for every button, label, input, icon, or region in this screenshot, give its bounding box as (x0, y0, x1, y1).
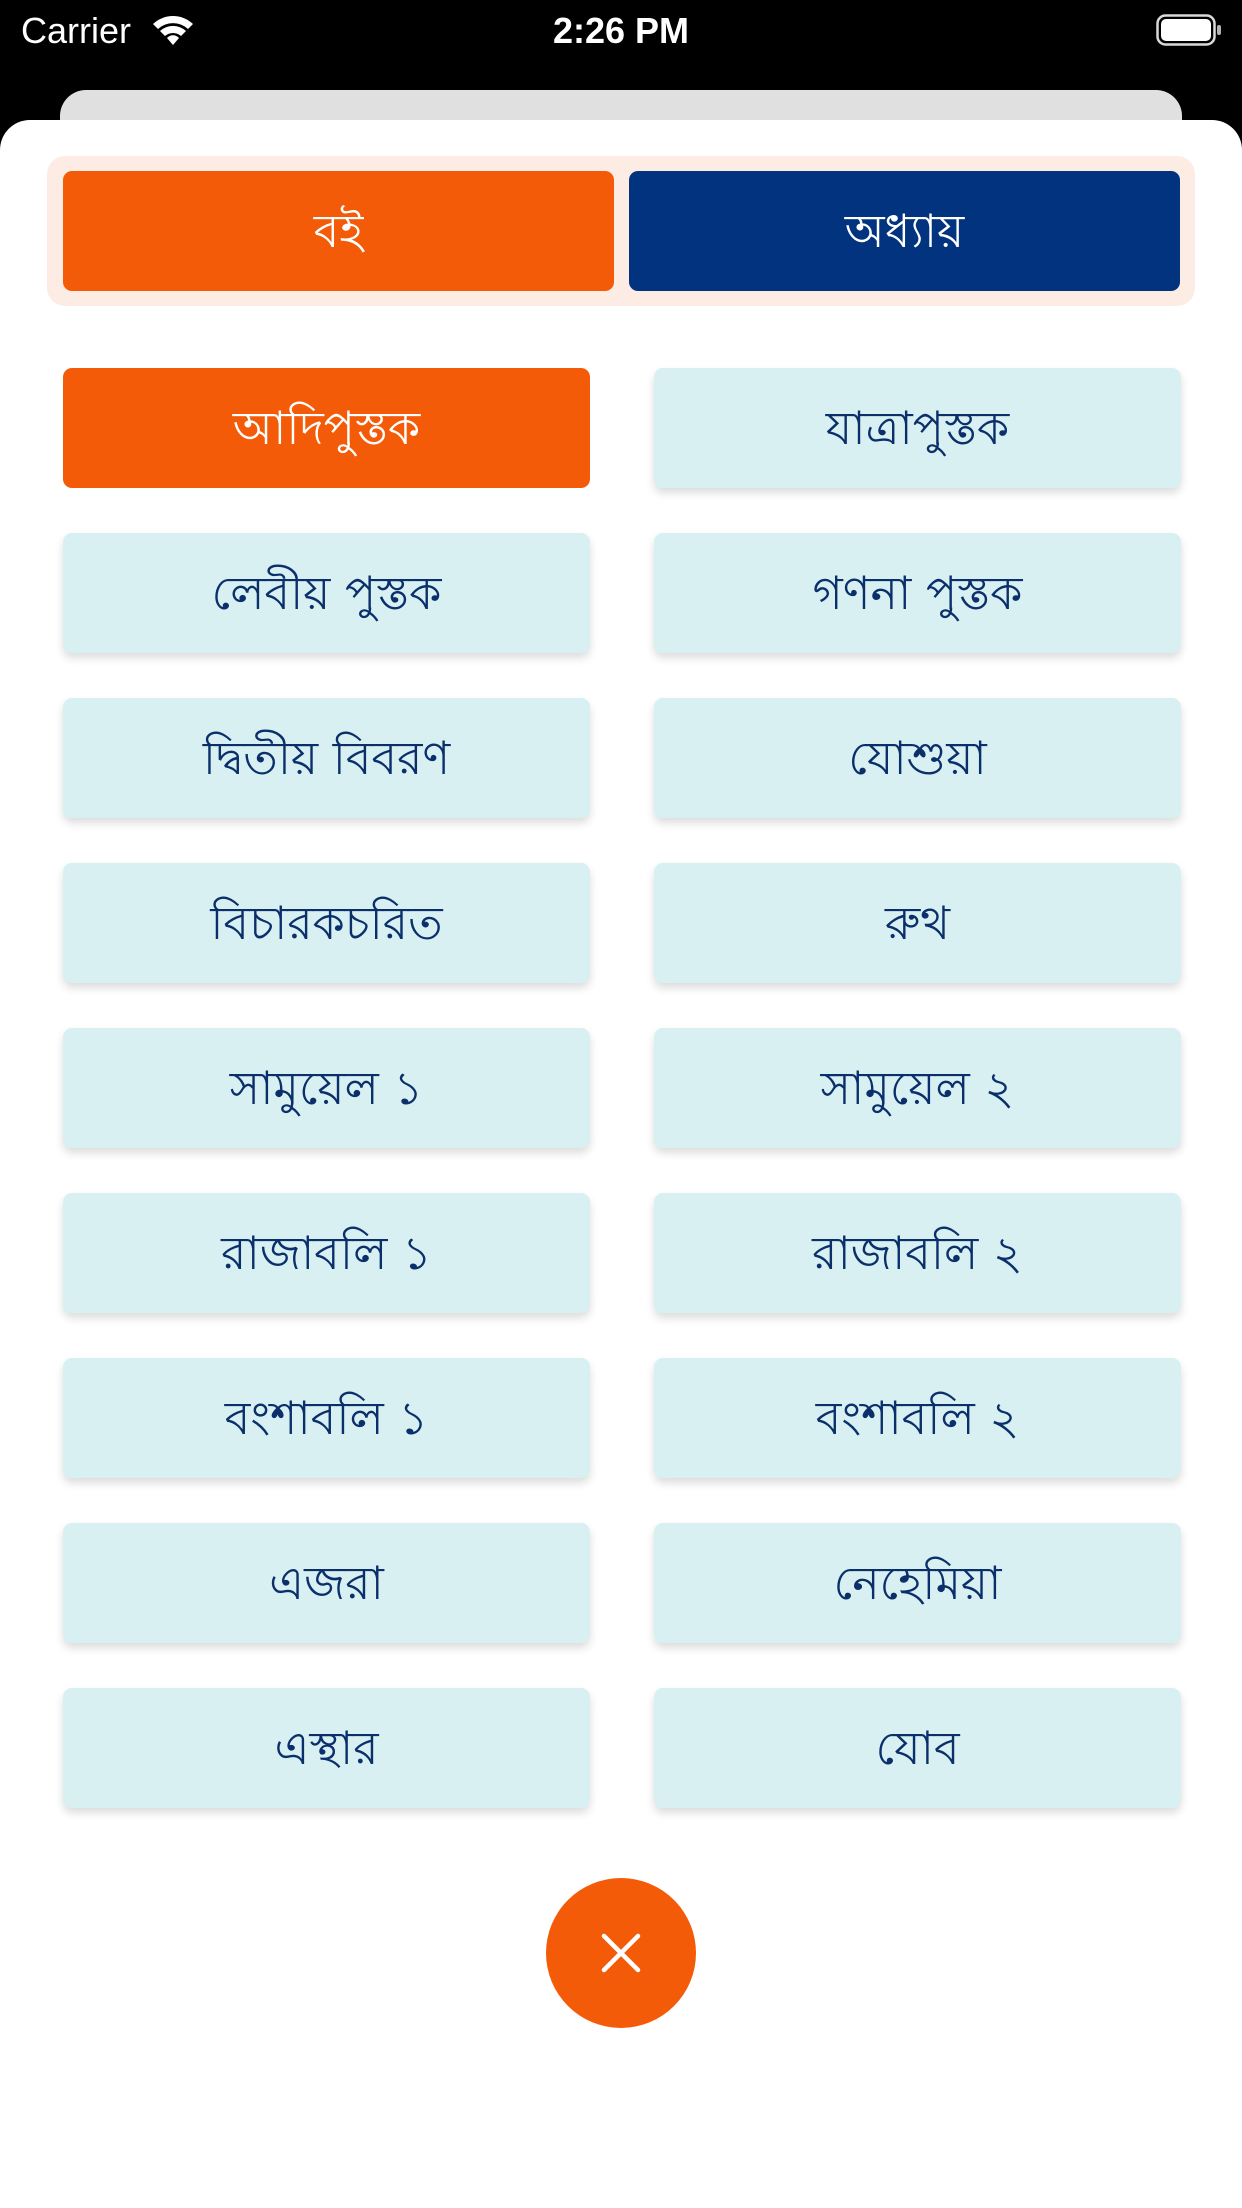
book-button-ezra[interactable]: এজরা (63, 1523, 590, 1643)
book-button-1-kings[interactable]: রাজাবলি ১ (63, 1193, 590, 1313)
tab-book[interactable]: বই (63, 171, 614, 291)
book-grid: আদিপুস্তক যাত্রাপুস্তক লেবীয় পুস্তক গণন… (63, 368, 1181, 1808)
book-button-2-samuel[interactable]: সামুয়েল ২ (654, 1028, 1181, 1148)
book-chapter-segmented-control: বই অধ্যায় (47, 156, 1195, 306)
clock: 2:26 PM (552, 10, 690, 51)
battery-icon (1156, 14, 1221, 46)
book-button-judges[interactable]: বিচারকচরিত (63, 863, 590, 983)
status-bar: Carrier 2:26 PM (0, 0, 1242, 62)
close-icon (601, 1933, 641, 1973)
book-button-2-kings[interactable]: রাজাবলি ২ (654, 1193, 1181, 1313)
book-button-deuteronomy[interactable]: দ্বিতীয় বিবরণ (63, 698, 590, 818)
close-button[interactable] (546, 1878, 696, 2028)
book-button-genesis[interactable]: আদিপুস্তক (63, 368, 590, 488)
book-button-ruth[interactable]: রুথ (654, 863, 1181, 983)
book-button-1-samuel[interactable]: সামুয়েল ১ (63, 1028, 590, 1148)
tab-chapter[interactable]: অধ্যায় (629, 171, 1180, 291)
book-button-job[interactable]: যোব (654, 1688, 1181, 1808)
book-button-1-chronicles[interactable]: বংশাবলি ১ (63, 1358, 590, 1478)
book-button-leviticus[interactable]: লেবীয় পুস্তক (63, 533, 590, 653)
book-button-exodus[interactable]: যাত্রাপুস্তক (654, 368, 1181, 488)
book-button-joshua[interactable]: যোশুয়া (654, 698, 1181, 818)
book-button-2-chronicles[interactable]: বংশাবলি ২ (654, 1358, 1181, 1478)
book-button-numbers[interactable]: গণনা পুস্তক (654, 533, 1181, 653)
book-picker-sheet: বই অধ্যায় আদিপুস্তক যাত্রাপুস্তক লেবীয়… (0, 120, 1242, 2208)
book-button-esther[interactable]: এস্থার (63, 1688, 590, 1808)
book-button-nehemiah[interactable]: নেহেমিয়া (654, 1523, 1181, 1643)
